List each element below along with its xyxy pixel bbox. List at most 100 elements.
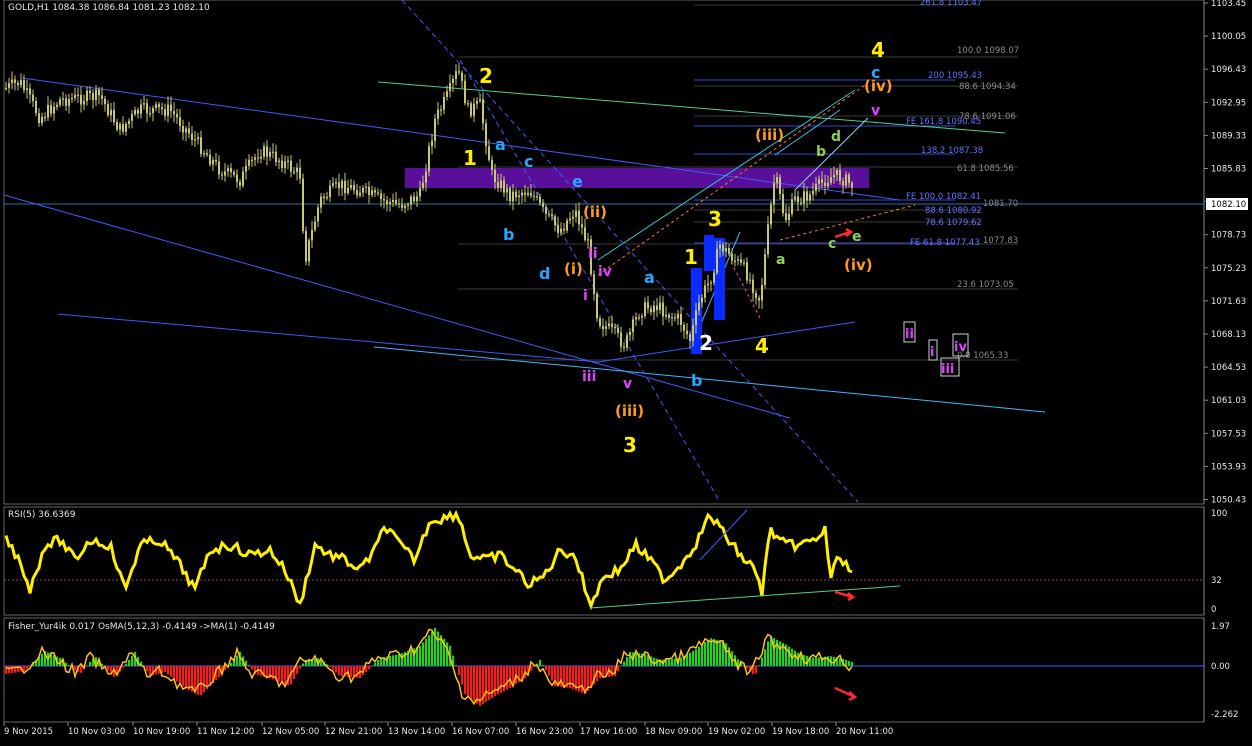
osma-bar [176,666,179,682]
candle-body [773,183,775,205]
osma-bar [668,659,671,666]
candle-body [296,167,298,173]
osma-bar [437,631,440,666]
candle-body [578,210,580,225]
wave-cyan-a1: a [495,135,506,154]
candle-body [230,168,232,173]
candle-body [686,330,688,335]
candle-body [62,98,64,100]
wave-green-c: c [828,236,836,252]
candle-body [395,199,397,204]
osma-bar [332,666,335,670]
fib-label-1382: 138.2 1087.38 [921,146,983,156]
osma-bar [764,649,767,666]
candle-body [119,124,121,130]
candle-body [89,90,91,94]
osma-bar [689,652,692,666]
osma-bar [8,666,11,674]
price-scale[interactable]: 1103.45 1100.05 1096.43 1092.95 1089.33 1085.… [1203,0,1248,506]
candle-body [530,193,532,196]
candle-body [323,196,325,198]
osma-bar [620,666,623,667]
candle-body [461,72,463,81]
wave-magenta-v: v [623,376,632,392]
time-tick-label: 13 Nov 14:00 [388,727,445,737]
candle-body [500,180,502,189]
chart-canvas[interactable]: 261.8 1103.47 100.0 1098.07 200 1095.43 … [0,0,1252,742]
candle-body [647,302,649,309]
candle-body [248,159,250,166]
rsi-pane[interactable]: RSI(5) 36.6369 100 32 0 [3,506,1227,616]
osma-bar [428,635,431,666]
candle-body [251,159,253,162]
candle-body [650,308,652,313]
osma-bar [389,656,392,666]
rsi-pane-frame [3,506,1205,616]
candle-body [707,283,709,286]
candle-body [620,332,622,347]
osma-bar [125,663,128,666]
candle-body [830,177,832,183]
candle-body [467,103,469,105]
candle-body [746,262,748,281]
candle-body [47,104,49,118]
price-tick-label: 1071.63 [1211,297,1246,307]
candle-body [482,99,484,124]
time-axis[interactable]: 9 Nov 2015 10 Nov 03:00 10 Nov 19:00 11 Nov… [3,722,893,737]
wave-magenta-ii: ii [588,246,598,262]
impulse-box-2[interactable] [704,235,714,271]
osma-bar [401,653,404,666]
candle-body [356,190,358,196]
candle-body [569,218,571,221]
candle-body [794,196,796,200]
candle-body [365,186,367,188]
osma-bar [611,666,614,677]
candle-body [695,310,697,326]
candle-body [488,146,490,160]
candle-body [299,167,301,179]
candle-body [152,108,154,114]
candle-body [131,114,133,121]
candle-body [125,123,127,132]
osma-bar [173,666,176,680]
candle-body [272,151,274,153]
osma-bar [146,666,149,672]
candle-body [719,244,721,249]
candle-body [236,174,238,182]
osma-bar [467,666,470,697]
candle-body [266,146,268,157]
candle-body [791,199,793,214]
candle-body [50,104,52,114]
candle-body [170,104,172,112]
candle-body [278,160,280,163]
candle-body [179,117,181,127]
candle-body [422,182,424,189]
candle-body [53,106,55,114]
candle-body [767,224,769,255]
wave-yellow-1-mid: 1 [684,245,698,269]
candle-body [731,253,733,261]
candle-body [341,180,343,189]
candle-body [227,168,229,172]
candle-body [128,120,130,124]
candle-body [110,109,112,116]
wave-orange-i: (i) [564,260,583,278]
candle-body [437,109,439,119]
chart-window[interactable]: 261.8 1103.47 100.0 1098.07 200 1095.43 … [0,0,1252,742]
candle-body [458,71,460,73]
osma-bar [779,641,782,666]
candle-body [644,302,646,316]
osma-bar [488,666,491,700]
wave-cyan-a2: a [644,268,655,287]
boxed-label-iii: iii [941,362,954,377]
main-price-pane[interactable]: 261.8 1103.47 100.0 1098.07 200 1095.43 … [3,0,1205,505]
candle-body [758,297,760,301]
candle-body [812,190,814,195]
osma-bar [695,649,698,666]
candle-body [185,128,187,133]
candle-body [8,83,10,88]
candle-body [584,227,586,240]
price-tick-label: 1053.93 [1211,462,1246,472]
candle-body [326,197,328,199]
fisher-pane[interactable]: Fisher_Yur4ik 0.017 OsMA(5,12,3) -0.4149… [3,617,1238,723]
